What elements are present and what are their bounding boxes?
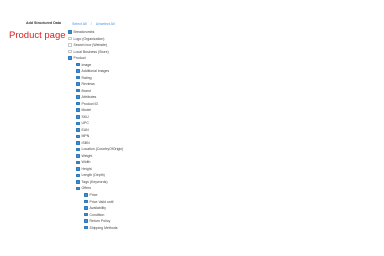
tree-item[interactable]: Logo (Organization) (68, 37, 104, 41)
item-checkbox[interactable] (76, 108, 80, 112)
tree-item[interactable]: Width (76, 160, 90, 164)
item-checkbox[interactable] (76, 154, 80, 158)
tree-item[interactable]: Product ID (76, 102, 98, 106)
tree-item[interactable]: Weight (76, 154, 92, 158)
item-checkbox[interactable] (84, 199, 88, 204)
item-label: MPN (81, 134, 90, 139)
item-checkbox[interactable] (68, 56, 72, 60)
tree-item[interactable]: Condition (84, 213, 104, 217)
item-checkbox[interactable] (76, 75, 80, 80)
tree-item[interactable]: Price Valid until (84, 200, 113, 204)
item-checkbox[interactable] (84, 193, 88, 197)
tree-item[interactable]: Additional images (76, 69, 109, 73)
item-label: Offers (81, 186, 91, 191)
item-checkbox[interactable] (68, 36, 72, 41)
item-checkbox[interactable] (76, 173, 80, 178)
item-checkbox[interactable] (84, 219, 88, 223)
tree-item[interactable]: Brand (76, 89, 91, 93)
page-label: Product page (9, 30, 66, 41)
tree-item[interactable]: Shipping Methods (84, 226, 118, 230)
item-label: Search box (Website) (73, 43, 108, 48)
select-all-link[interactable]: Select All (72, 22, 87, 26)
item-checkbox[interactable] (76, 160, 80, 165)
item-label: Height (81, 166, 92, 171)
item-checkbox[interactable] (76, 88, 80, 93)
item-label: Shipping Methods (89, 225, 118, 230)
item-checkbox[interactable] (68, 43, 72, 47)
tree-item[interactable]: EAN (76, 128, 89, 132)
tree-item[interactable]: SKU (76, 115, 89, 119)
item-checkbox[interactable] (76, 180, 80, 184)
item-checkbox[interactable] (76, 115, 80, 119)
item-label: Local Business (Store) (73, 49, 109, 54)
item-label: Width (81, 160, 91, 165)
item-checkbox[interactable] (84, 206, 88, 210)
item-checkbox[interactable] (84, 212, 88, 217)
tree-item[interactable]: Availability (84, 206, 106, 210)
item-label: ISBN (81, 140, 90, 145)
tree-item[interactable]: Tags (Keywords) (76, 180, 108, 184)
tree-item[interactable]: Attributes (76, 95, 96, 99)
item-label: Additional images (81, 69, 110, 74)
item-checkbox[interactable] (84, 225, 88, 230)
item-checkbox[interactable] (76, 141, 80, 145)
item-checkbox[interactable] (76, 167, 80, 171)
item-label: Price (89, 193, 98, 197)
item-checkbox[interactable] (76, 147, 80, 152)
item-checkbox[interactable] (68, 49, 72, 54)
item-label: Weight (81, 153, 93, 158)
item-label: Location (CountryOfOrigin) (81, 147, 124, 152)
tree-item[interactable]: Location (CountryOfOrigin) (76, 147, 123, 151)
tree-item[interactable]: Breadcrumbs (68, 30, 94, 34)
section-label: Add Structured Data (26, 21, 61, 25)
tree-item[interactable]: ISBN (76, 141, 90, 145)
item-label: EAN (81, 127, 89, 132)
tree-item[interactable]: Rating (76, 76, 92, 80)
item-checkbox[interactable] (76, 62, 80, 67)
item-label: SKU (81, 114, 89, 119)
item-label: Tags (Keywords) (81, 179, 108, 184)
item-label: Attributes (81, 95, 97, 100)
tree-item[interactable]: Offers (76, 186, 91, 190)
tree-item[interactable]: Price (84, 193, 97, 197)
tree-item[interactable]: Length (Depth) (76, 173, 105, 177)
item-checkbox[interactable] (76, 69, 80, 73)
item-label: Product (73, 56, 86, 61)
item-checkbox[interactable] (76, 128, 80, 132)
item-checkbox[interactable] (76, 134, 80, 139)
item-checkbox[interactable] (68, 30, 72, 34)
tree-item[interactable]: Height (76, 167, 92, 171)
item-label: Image (81, 62, 92, 67)
item-label: Product ID (81, 101, 99, 106)
tree-item[interactable]: Reviews (76, 82, 95, 86)
item-label: Breadcrumbs (73, 30, 95, 34)
unselect-all-link[interactable]: Unselect All (96, 22, 115, 26)
tree-item[interactable]: UPC (76, 121, 89, 125)
item-checkbox[interactable] (76, 82, 80, 86)
tree-item[interactable]: MPN (76, 134, 89, 138)
tree-item[interactable]: Image (76, 63, 91, 67)
item-checkbox[interactable] (76, 101, 80, 106)
item-checkbox[interactable] (76, 186, 80, 191)
item-label: Price Valid until (89, 199, 114, 204)
selection-links: Select All / Unselect All (72, 22, 115, 26)
item-label: Rating (81, 75, 92, 80)
item-label: Brand (81, 88, 91, 93)
item-checkbox[interactable] (76, 121, 80, 126)
link-separator: / (90, 22, 92, 26)
item-label: Model (81, 108, 92, 113)
tree-item[interactable]: Product (68, 56, 86, 60)
item-checkbox[interactable] (76, 95, 80, 99)
tree-item[interactable]: Model (76, 108, 91, 112)
tree-item[interactable]: Local Business (Store) (68, 50, 109, 54)
item-label: Logo (Organization) (73, 36, 105, 41)
item-label: Availability (89, 206, 106, 211)
item-label: Length (Depth) (81, 173, 105, 178)
item-label: Return Policy (89, 219, 111, 224)
tree-item[interactable]: Return Policy (84, 219, 110, 223)
item-label: Reviews (81, 82, 95, 87)
item-label: UPC (81, 121, 89, 126)
tree-item[interactable]: Search box (Website) (68, 43, 107, 47)
item-label: Condition (89, 212, 105, 217)
